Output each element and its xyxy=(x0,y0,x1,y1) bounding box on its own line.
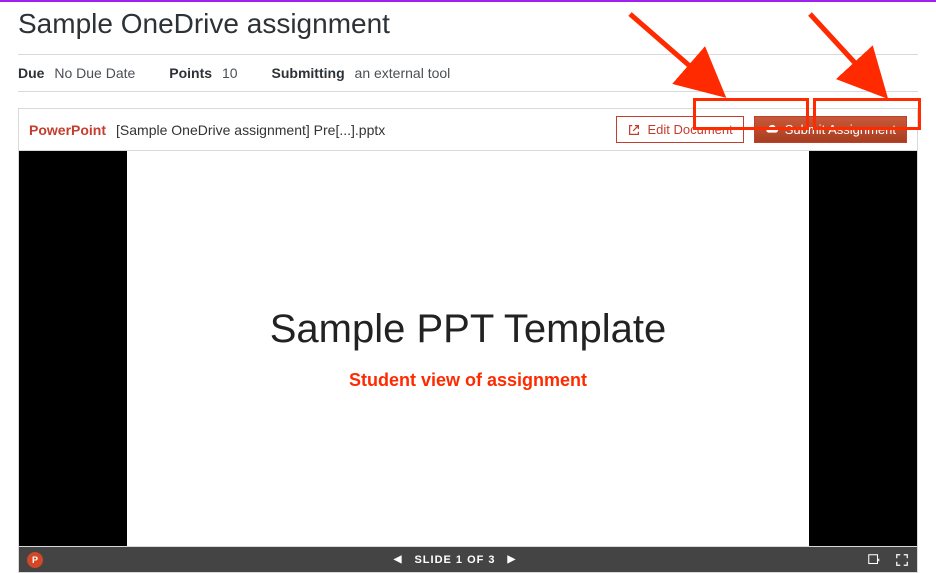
submit-assignment-button[interactable]: Submit Assignment xyxy=(754,116,907,143)
due-group: Due No Due Date xyxy=(18,65,135,81)
page-title: Sample OneDrive assignment xyxy=(18,2,918,54)
next-slide-button[interactable]: ▶ xyxy=(508,554,517,565)
view-menu-button[interactable] xyxy=(867,553,881,567)
pillarbox-right xyxy=(809,151,917,546)
pillarbox-left xyxy=(19,151,127,546)
points-group: Points 10 xyxy=(169,65,237,81)
document-bar: PowerPoint [Sample OneDrive assignment] … xyxy=(18,108,918,151)
open-external-icon xyxy=(627,123,641,137)
slide-nav: ◀ SLIDE 1 OF 3 ▶ xyxy=(55,554,855,566)
edit-document-label: Edit Document xyxy=(647,122,732,137)
prev-slide-button[interactable]: ◀ xyxy=(394,554,403,565)
file-name: [Sample OneDrive assignment] Pre[...].pp… xyxy=(116,122,385,138)
slide-canvas: Sample PPT Template Student view of assi… xyxy=(127,151,809,546)
slide-counter: SLIDE 1 OF 3 xyxy=(414,554,495,566)
due-value: No Due Date xyxy=(54,65,135,81)
viewer-status-bar: P ◀ SLIDE 1 OF 3 ▶ xyxy=(18,547,918,573)
slide-title: Sample PPT Template xyxy=(270,307,667,352)
points-value: 10 xyxy=(222,65,238,81)
edit-document-button[interactable]: Edit Document xyxy=(616,116,743,143)
slide-viewer: Sample PPT Template Student view of assi… xyxy=(18,151,918,547)
submitting-value: an external tool xyxy=(355,65,451,81)
powerpoint-badge-icon: P xyxy=(27,552,43,568)
submitting-label: Submitting xyxy=(272,65,345,81)
fullscreen-button[interactable] xyxy=(895,553,909,567)
cloud-upload-icon xyxy=(765,123,779,137)
slide-annotation: Student view of assignment xyxy=(349,370,587,391)
assignment-meta-row: Due No Due Date Points 10 Submitting an … xyxy=(18,54,918,92)
points-label: Points xyxy=(169,65,212,81)
submitting-group: Submitting an external tool xyxy=(272,65,451,81)
app-name: PowerPoint xyxy=(29,122,106,138)
due-label: Due xyxy=(18,65,44,81)
submit-assignment-label: Submit Assignment xyxy=(785,122,896,137)
